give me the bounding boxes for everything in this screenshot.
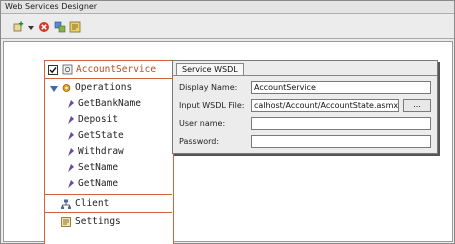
service-icon [62, 64, 73, 75]
collapse-triangle-icon[interactable] [50, 84, 59, 94]
display-name-field[interactable]: AccountService [251, 81, 431, 94]
method-icon [67, 163, 76, 173]
operations-label: Operations [75, 82, 133, 93]
operation-label: Deposit [78, 114, 119, 125]
service-checkbox[interactable] [48, 65, 58, 75]
operation-item-withdraw[interactable]: Withdraw [45, 145, 172, 159]
tab-divider [173, 75, 437, 76]
method-icon [67, 179, 76, 189]
operation-label: GetState [78, 130, 124, 141]
operation-item-setname[interactable]: SetName [45, 161, 172, 175]
operation-label: SetName [78, 162, 119, 173]
operation-label: GetBankName [78, 98, 141, 109]
service-header[interactable]: AccountService [45, 61, 172, 79]
refresh-icon[interactable] [54, 21, 66, 33]
chevron-down-icon[interactable] [28, 24, 34, 30]
client-label: Client [75, 198, 110, 209]
wsdl-file-label: Input WSDL File: [179, 101, 245, 110]
client-node[interactable]: Client [45, 197, 172, 211]
method-icon [67, 115, 76, 125]
settings-node[interactable]: Settings [45, 215, 172, 229]
password-label: Password: [179, 137, 220, 146]
operations-icon [62, 83, 71, 93]
tree-divider [45, 194, 172, 195]
operation-item-deposit[interactable]: Deposit [45, 113, 172, 127]
save-icon[interactable] [69, 21, 81, 33]
web-services-designer-window: Web Services Designer AccountService Ope… [0, 0, 455, 244]
window-title: Web Services Designer [1, 1, 454, 14]
designer-canvas: AccountService Operations GetBankName De… [3, 41, 453, 244]
method-icon [67, 147, 76, 157]
display-name-label: Display Name: [179, 83, 238, 92]
toolbar [1, 15, 454, 39]
settings-label: Settings [75, 216, 121, 227]
delete-icon[interactable] [38, 21, 50, 33]
operation-label: Withdraw [78, 146, 124, 157]
method-icon [67, 131, 76, 141]
operation-label: GetName [78, 178, 119, 189]
tree-divider [45, 212, 172, 213]
password-field[interactable] [251, 135, 431, 148]
operation-item-getbankname[interactable]: GetBankName [45, 97, 172, 111]
service-label: AccountService [76, 64, 157, 75]
operation-item-getstate[interactable]: GetState [45, 129, 172, 143]
operation-item-getname[interactable]: GetName [45, 177, 172, 191]
browse-button[interactable]: ... [403, 99, 431, 112]
method-icon [67, 99, 76, 109]
add-service-icon[interactable] [13, 21, 25, 33]
client-icon [61, 199, 71, 209]
operations-node[interactable]: Operations [45, 81, 172, 95]
wsdl-file-field[interactable]: calhost/Account/AccountState.asmx?WSDL [251, 99, 399, 112]
user-name-label: User name: [179, 119, 226, 128]
service-tree: AccountService Operations GetBankName De… [44, 60, 174, 244]
user-name-field[interactable] [251, 117, 431, 130]
settings-icon [61, 217, 71, 227]
service-properties-panel: Service WSDL Display Name: AccountServic… [172, 60, 438, 154]
